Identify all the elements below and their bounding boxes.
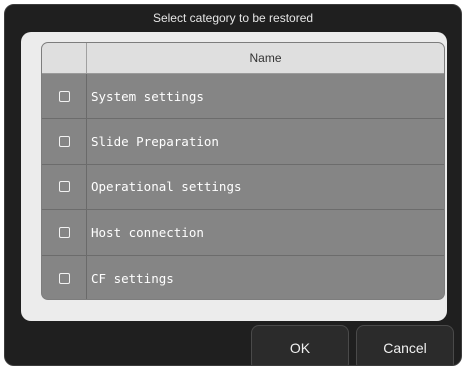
table-row-host-connection[interactable]: Host connection (42, 210, 444, 256)
ok-button[interactable]: OK (251, 325, 349, 365)
row-label: Operational settings (91, 179, 242, 195)
row-label: Host connection (91, 224, 204, 240)
table-row-cf-settings[interactable]: CF settings (42, 255, 444, 299)
checkbox[interactable] (58, 226, 70, 238)
checkbox[interactable] (58, 181, 70, 193)
header-checkbox-column (42, 43, 87, 73)
row-checkbox-cell[interactable] (42, 164, 87, 210)
category-table: Name System settings Slide Preparation O… (41, 42, 445, 300)
table-row-system-settings[interactable]: System settings (42, 74, 444, 120)
table-row-operational-settings[interactable]: Operational settings (42, 164, 444, 211)
row-label: System settings (91, 88, 204, 104)
dialog-title: Select category to be restored (152, 11, 314, 25)
row-checkbox-cell[interactable] (42, 119, 87, 164)
row-checkbox-cell[interactable] (42, 74, 87, 119)
row-label: CF settings (91, 270, 174, 286)
cancel-button[interactable]: Cancel (356, 325, 454, 365)
row-checkbox-cell[interactable] (42, 255, 87, 299)
header-name: Name (249, 51, 282, 65)
table-row-slide-preparation[interactable]: Slide Preparation (42, 119, 444, 165)
category-panel: Name System settings Slide Preparation O… (21, 32, 447, 321)
checkbox[interactable] (58, 136, 70, 148)
checkbox[interactable] (58, 90, 70, 102)
checkbox[interactable] (58, 272, 70, 284)
dialog-footer: OK Cancel (5, 321, 461, 365)
table-header: Name (42, 43, 444, 74)
restore-category-dialog: Select category to be restored Name Syst… (4, 4, 462, 366)
row-label: Slide Preparation (91, 134, 219, 150)
row-checkbox-cell[interactable] (42, 210, 87, 255)
